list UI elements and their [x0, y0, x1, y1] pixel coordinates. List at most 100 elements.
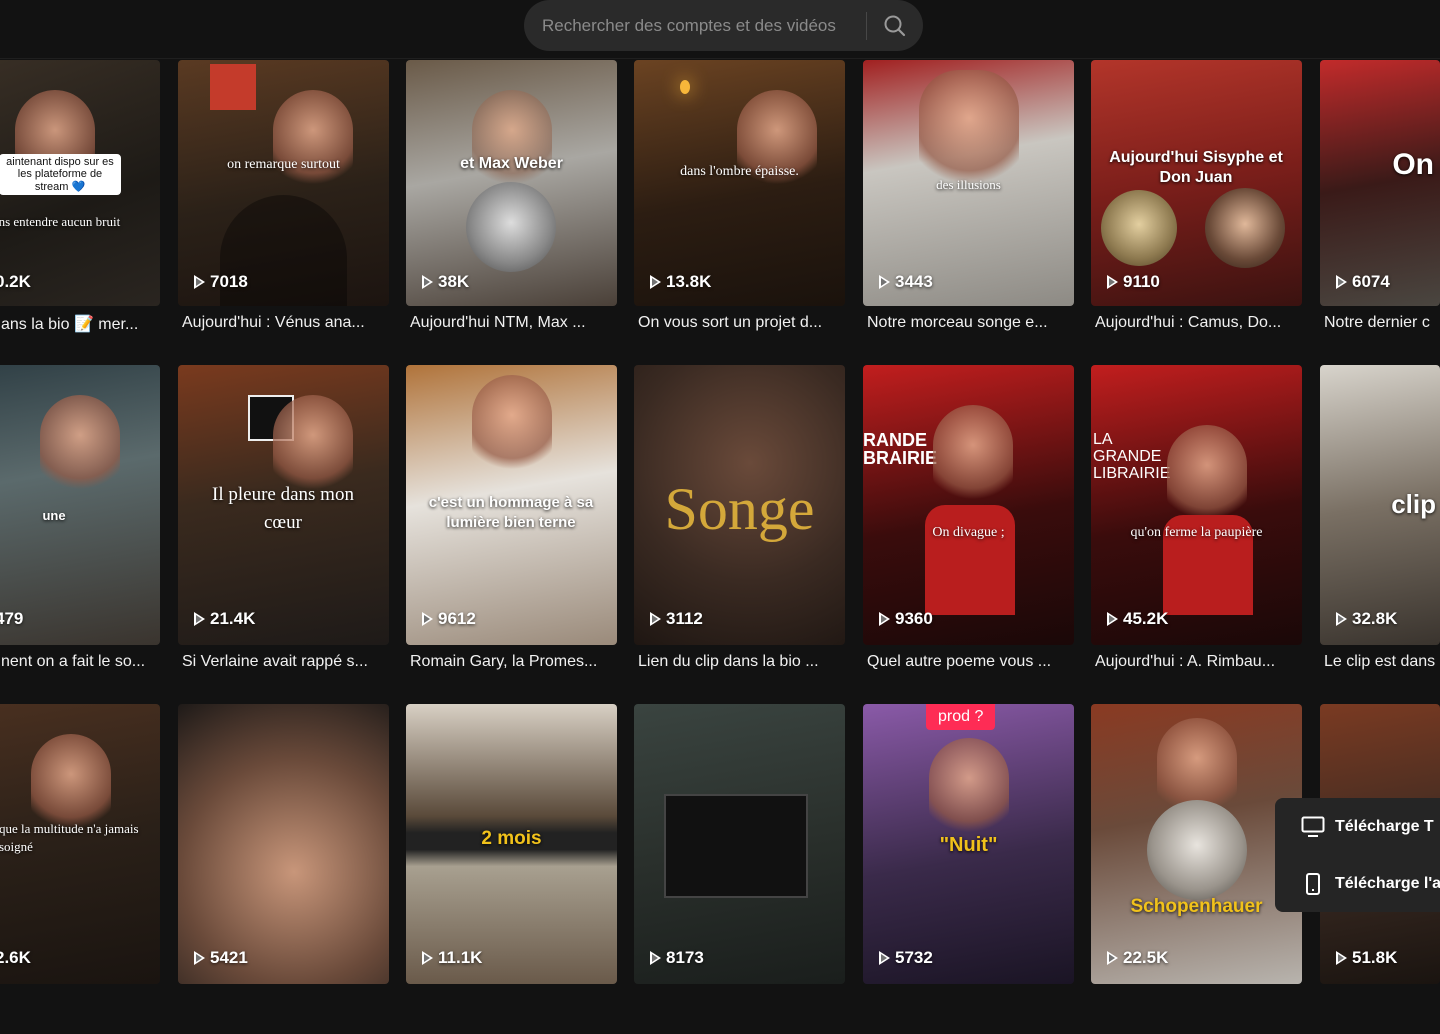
portrait-circle — [1147, 800, 1247, 900]
video-card[interactable]: et Max Weber 38K Aujourd'hui NTM, Max ..… — [406, 60, 617, 390]
video-thumbnail[interactable]: on remarque surtout 7018 — [178, 60, 389, 306]
video-thumbnail[interactable]: Schopenhauer 22.5K — [1091, 704, 1302, 984]
view-count-value: 13.8K — [666, 272, 712, 291]
video-card[interactable]: c'est un hommage à sa lumière bien terne… — [406, 365, 617, 695]
video-caption[interactable]: Lien du clip dans la bio ... — [638, 653, 848, 671]
download-mobile-label: Télécharge l'a — [1335, 874, 1440, 892]
play-icon — [194, 951, 205, 965]
video-card[interactable]: aintenant dispo sur es les plateforme de… — [0, 60, 160, 390]
video-caption[interactable]: Quel autre poeme vous ... — [867, 653, 1077, 671]
lamp-glow — [680, 80, 690, 94]
overlay-text: Aujourd'hui Sisyphe et Don Juan — [1109, 149, 1283, 186]
play-icon — [1336, 612, 1347, 626]
video-thumbnail[interactable]: que la multitude n'a jamais soigné 2.6K — [0, 704, 160, 984]
video-caption[interactable]: Notre dernier c — [1324, 314, 1440, 332]
video-card[interactable]: une 479 nent on a fait le so... — [0, 365, 160, 695]
video-card[interactable]: 2 mois 11.1K — [406, 704, 617, 1034]
download-mobile-app-button[interactable]: Télécharge l'a — [1275, 855, 1440, 912]
view-count: 3112 — [650, 609, 703, 629]
video-thumbnail[interactable]: Il pleure dans mon cœur 21.4K — [178, 365, 389, 645]
video-caption[interactable]: Aujourd'hui : A. Rimbau... — [1095, 653, 1305, 671]
play-icon — [650, 275, 661, 289]
desktop-icon — [1301, 816, 1325, 837]
view-count-value: 5421 — [210, 948, 248, 967]
video-card[interactable]: Aujourd'hui Sisyphe et Don Juan 9110 Auj… — [1091, 60, 1302, 390]
video-thumbnail[interactable]: On 6074 — [1320, 60, 1440, 306]
video-card[interactable]: que la multitude n'a jamais soigné 2.6K — [0, 704, 160, 1034]
video-caption[interactable]: Aujourd'hui : Vénus ana... — [182, 314, 392, 332]
download-desktop-label: Télécharge T — [1335, 817, 1434, 835]
video-card[interactable]: On 6074 Notre dernier c — [1320, 60, 1440, 390]
video-card[interactable]: LA GRANDE LIBRAIRIE qu'on ferme la paupi… — [1091, 365, 1302, 695]
creator-figure — [273, 395, 354, 495]
video-card[interactable]: Il pleure dans mon cœur 21.4K Si Verlain… — [178, 365, 389, 695]
view-count: 9360 — [879, 609, 933, 629]
video-card[interactable]: dans l'ombre épaisse. 13.8K On vous sort… — [634, 60, 845, 390]
view-count: 11.1K — [422, 948, 482, 968]
video-thumbnail[interactable]: et Max Weber 38K — [406, 60, 617, 306]
video-card[interactable]: on remarque surtout 7018 Aujourd'hui : V… — [178, 60, 389, 390]
download-desktop-app-button[interactable]: Télécharge T — [1275, 798, 1440, 855]
play-icon — [1336, 951, 1347, 965]
video-thumbnail[interactable]: c'est un hommage à sa lumière bien terne… — [406, 365, 617, 645]
video-thumbnail[interactable]: prod ? "Nuit" 5732 — [863, 704, 1074, 984]
video-caption[interactable]: On vous sort un projet d... — [638, 314, 848, 332]
creator-jacket — [925, 505, 1015, 615]
overlay-text: c'est un hommage à sa lumière bien terne — [428, 494, 594, 531]
view-count: 0.2K — [0, 272, 31, 292]
video-thumbnail[interactable]: 2 mois 11.1K — [406, 704, 617, 984]
search-input[interactable] — [524, 0, 866, 51]
video-card[interactable]: Songe 3112 Lien du clip dans la bio ... — [634, 365, 845, 695]
video-thumbnail[interactable]: des illusions 3443 — [863, 60, 1074, 306]
show-logo: LA GRANDE LIBRAIRIE — [1093, 431, 1171, 482]
view-count-value: 6074 — [1352, 272, 1390, 291]
video-thumbnail[interactable]: clip 32.8K — [1320, 365, 1440, 645]
video-thumbnail[interactable]: 8173 — [634, 704, 845, 984]
video-thumbnail[interactable]: Aujourd'hui Sisyphe et Don Juan 9110 — [1091, 60, 1302, 306]
video-caption[interactable]: Si Verlaine avait rappé s... — [182, 653, 392, 671]
view-count: 6074 — [1336, 272, 1390, 292]
play-icon — [194, 275, 205, 289]
video-thumbnail[interactable]: dans l'ombre épaisse. 13.8K — [634, 60, 845, 306]
play-icon — [422, 612, 433, 626]
view-count: 3443 — [879, 272, 933, 292]
video-caption[interactable]: Notre morceau songe e... — [867, 314, 1077, 332]
video-caption[interactable]: Romain Gary, la Promes... — [410, 653, 620, 671]
video-thumbnail[interactable]: 5421 — [178, 704, 389, 984]
video-card[interactable]: clip 32.8K Le clip est dans — [1320, 365, 1440, 695]
search-bar — [524, 0, 923, 51]
overlay-text: clip — [1391, 489, 1436, 519]
view-count-value: 2.6K — [0, 948, 31, 967]
search-button[interactable] — [867, 0, 923, 51]
poster-frame — [210, 64, 256, 110]
video-thumbnail[interactable]: RANDE BRAIRIE On divague ; 9360 — [863, 365, 1074, 645]
video-caption[interactable]: Le clip est dans — [1324, 653, 1440, 671]
video-thumbnail[interactable]: Songe 3112 — [634, 365, 845, 645]
overlay-text: on remarque surtout — [227, 157, 340, 172]
video-card[interactable]: 5421 — [178, 704, 389, 1034]
video-caption[interactable]: Aujourd'hui : Camus, Do... — [1095, 314, 1305, 332]
play-icon — [1107, 951, 1118, 965]
video-thumbnail[interactable]: aintenant dispo sur es les plateforme de… — [0, 60, 160, 306]
overlay-text: sans entendre aucun bruit — [0, 214, 121, 229]
view-count-value: 38K — [438, 272, 470, 291]
overlay-text: des illusions — [936, 177, 1001, 192]
creator-figure — [932, 405, 1013, 505]
video-caption[interactable]: Aujourd'hui NTM, Max ... — [410, 314, 620, 332]
view-count-value: 22.5K — [1123, 948, 1169, 967]
video-card[interactable]: des illusions 3443 Notre morceau songe e… — [863, 60, 1074, 390]
play-icon — [194, 612, 205, 626]
view-count-value: 7018 — [210, 272, 248, 291]
video-card[interactable]: prod ? "Nuit" 5732 — [863, 704, 1074, 1034]
view-count: 9110 — [1107, 272, 1160, 292]
video-card[interactable]: RANDE BRAIRIE On divague ; 9360 Quel aut… — [863, 365, 1074, 695]
view-count: 8173 — [650, 948, 704, 968]
view-count: 479 — [0, 609, 23, 629]
overlay-text: Schopenhauer — [1130, 896, 1263, 917]
video-thumbnail[interactable]: une 479 — [0, 365, 160, 645]
video-card[interactable]: 8173 — [634, 704, 845, 1034]
view-count: 5421 — [194, 948, 248, 968]
video-thumbnail[interactable]: LA GRANDE LIBRAIRIE qu'on ferme la paupi… — [1091, 365, 1302, 645]
video-card[interactable]: Schopenhauer 22.5K — [1091, 704, 1302, 1034]
overlay-text: qu'on ferme la paupière — [1130, 525, 1263, 540]
